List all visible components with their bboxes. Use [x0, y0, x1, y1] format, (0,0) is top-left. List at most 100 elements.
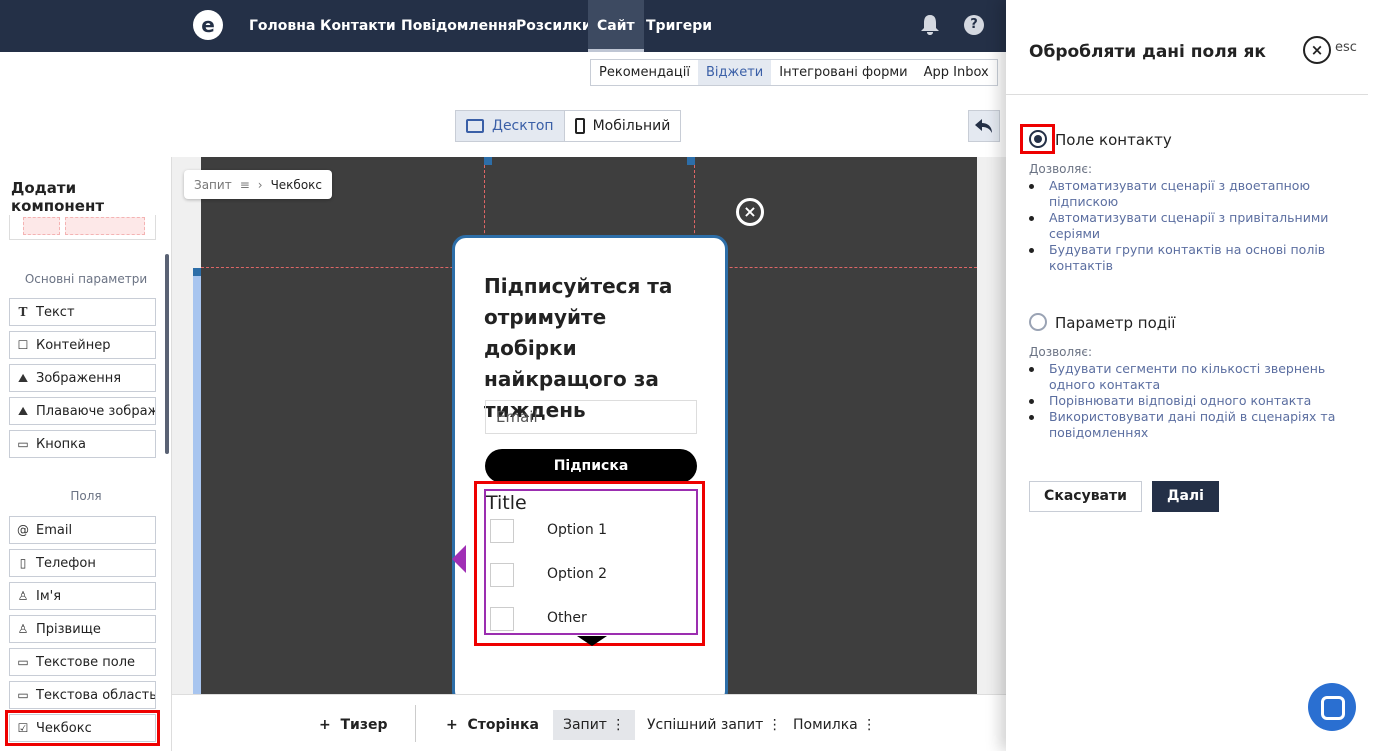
- component-sidebar: Додати компонент Основні параметри T Тек…: [0, 157, 172, 751]
- nav-campaigns[interactable]: Розсилки: [507, 0, 601, 52]
- sidebar-item-text[interactable]: T Текст: [9, 298, 156, 326]
- panel-title: Обробляти дані поля як: [1029, 42, 1266, 62]
- sidebar-item-container[interactable]: ☐ Контейнер: [9, 331, 156, 359]
- sidebar-item-text-area[interactable]: ▭ Текстова область: [9, 681, 156, 709]
- text-area-icon: ▭: [17, 688, 29, 702]
- text-field-icon: ▭: [17, 655, 29, 669]
- mobile-button[interactable]: Мобільний: [563, 111, 681, 141]
- desktop-button[interactable]: Десктоп: [456, 111, 564, 141]
- add-page-button[interactable]: + Сторінка: [436, 710, 549, 740]
- selection-handle[interactable]: [484, 157, 492, 165]
- radio-highlight: [1020, 124, 1055, 154]
- sidebar-item-image[interactable]: ⛰ Зображення: [9, 364, 156, 392]
- radio-event-parameter[interactable]: [1029, 313, 1047, 331]
- bottom-toolbar: + Тизер + Сторінка Запит ⋮ Успішний запи…: [172, 694, 1006, 751]
- list-item: Будувати сегменти по кількості звернень …: [1029, 361, 1349, 393]
- list-item: Будувати групи контактів на основі полів…: [1029, 242, 1349, 274]
- tab-integrated-forms[interactable]: Інтегровані форми: [771, 60, 915, 85]
- person-icon: ♙: [17, 589, 29, 603]
- nav-triggers[interactable]: Тригери: [637, 0, 721, 52]
- sidebar-item-checkbox[interactable]: ☑ Чекбокс: [5, 710, 160, 746]
- checkbox-icon: ☑: [17, 721, 29, 735]
- email-input[interactable]: Email: [485, 400, 697, 434]
- plus-icon: +: [319, 717, 331, 733]
- field-processing-panel: Обробляти дані поля як × esc Поле контак…: [1006, 0, 1381, 751]
- sidebar-scrollbar[interactable]: [165, 254, 169, 454]
- chevron-right-icon: ›: [257, 177, 263, 192]
- square-icon: ☐: [17, 338, 29, 352]
- divider: [415, 705, 416, 742]
- phone-icon: ▯: [19, 556, 27, 570]
- image-icon: ⛰: [17, 370, 29, 385]
- cancel-button[interactable]: Скасувати: [1029, 481, 1142, 512]
- contact-field-benefits: Автоматизувати сценарії з двоетапною під…: [1029, 178, 1349, 274]
- add-teaser-button[interactable]: + Тизер: [309, 710, 398, 740]
- more-vertical-icon[interactable]: ⋮: [611, 717, 625, 733]
- subscribe-button[interactable]: Підписка: [485, 449, 697, 483]
- top-nav: e Головна Контакти Повідомлення Розсилки…: [0, 0, 1006, 52]
- resize-handle-left[interactable]: [452, 545, 466, 573]
- desktop-icon: [466, 119, 484, 133]
- breadcrumb: Запит ≡ › Чекбокс: [184, 170, 333, 199]
- breadcrumb-current: Чекбокс: [270, 177, 323, 192]
- sidebar-item-email[interactable]: @ Email: [9, 516, 156, 544]
- nav-messages[interactable]: Повідомлення: [392, 0, 525, 52]
- allows-label: Дозволяє:: [1029, 162, 1093, 176]
- plus-icon: +: [446, 717, 458, 733]
- sidebar-item-last-name[interactable]: ♙ Прізвище: [9, 615, 156, 643]
- chat-icon[interactable]: [1308, 683, 1356, 731]
- list-item: Автоматизувати сценарії з двоетапною під…: [1029, 178, 1349, 210]
- help-icon[interactable]: ?: [964, 15, 984, 35]
- list-item: Порівнювати відповіді одного контакта: [1029, 393, 1349, 409]
- site-subtabs: Рекомендації Віджети Інтегровані форми A…: [590, 59, 998, 86]
- person-icon: ♙: [17, 622, 29, 636]
- selection-handle[interactable]: [193, 268, 201, 276]
- checkbox-highlight: [474, 481, 705, 646]
- popup-close-icon[interactable]: ×: [736, 198, 764, 226]
- list-item: Використовувати дані подій в сценаріях т…: [1029, 409, 1349, 441]
- more-vertical-icon[interactable]: ⋮: [768, 717, 782, 733]
- tab-app-inbox[interactable]: App Inbox: [916, 60, 997, 85]
- next-button[interactable]: Далі: [1152, 481, 1219, 512]
- radio-contact-field-label[interactable]: Поле контакту: [1055, 131, 1172, 149]
- layout-placeholder[interactable]: [9, 215, 156, 240]
- breadcrumb-parent[interactable]: Запит: [194, 178, 232, 192]
- desktop-label: Десктоп: [492, 118, 554, 134]
- nav-site[interactable]: Сайт: [588, 0, 644, 52]
- logo-icon[interactable]: e: [193, 10, 223, 40]
- section-main: Основні параметри: [24, 272, 148, 286]
- tab-error[interactable]: Помилка ⋮: [783, 710, 886, 740]
- sidebar-item-first-name[interactable]: ♙ Ім'я: [9, 582, 156, 610]
- undo-button[interactable]: [968, 110, 1000, 142]
- event-parameter-benefits: Будувати сегменти по кількості звернень …: [1029, 361, 1349, 441]
- undo-icon: [975, 119, 992, 133]
- sidebar-item-text-field[interactable]: ▭ Текстове поле: [9, 648, 156, 676]
- selection-handle[interactable]: [687, 157, 695, 165]
- device-toggle: Десктоп Мобільний: [455, 110, 682, 142]
- section-fields: Поля: [70, 489, 102, 503]
- sidebar-item-floating-image[interactable]: ⛰ Плаваюче зображення: [9, 397, 156, 425]
- esc-label: esc: [1335, 40, 1357, 55]
- radio-event-parameter-label[interactable]: Параметр події: [1055, 314, 1175, 332]
- button-icon: ▭: [17, 437, 29, 451]
- tab-request[interactable]: Запит ⋮: [553, 710, 636, 740]
- text-icon: T: [18, 305, 28, 319]
- at-icon: @: [17, 523, 29, 537]
- tab-success[interactable]: Успішний запит ⋮: [637, 710, 792, 740]
- divider: [1006, 94, 1368, 95]
- bell-icon[interactable]: [920, 14, 942, 36]
- sidebar-item-phone[interactable]: ▯ Телефон: [9, 549, 156, 577]
- mobile-icon: [574, 118, 585, 134]
- floating-image-icon: ⛰: [17, 403, 29, 418]
- sidebar-title: Додати компонент: [11, 179, 105, 215]
- mobile-label: Мобільний: [592, 118, 671, 134]
- allows-label: Дозволяє:: [1029, 345, 1093, 359]
- close-icon[interactable]: ×: [1303, 36, 1331, 64]
- sidebar-item-button[interactable]: ▭ Кнопка: [9, 430, 156, 458]
- more-vertical-icon[interactable]: ⋮: [862, 717, 876, 733]
- nav-contacts[interactable]: Контакти: [311, 0, 405, 52]
- list-icon: ≡: [239, 177, 250, 192]
- list-item: Автоматизувати сценарії з привітальними …: [1029, 210, 1349, 242]
- tab-recommendations[interactable]: Рекомендації: [591, 60, 698, 85]
- tab-widgets[interactable]: Віджети: [697, 60, 772, 85]
